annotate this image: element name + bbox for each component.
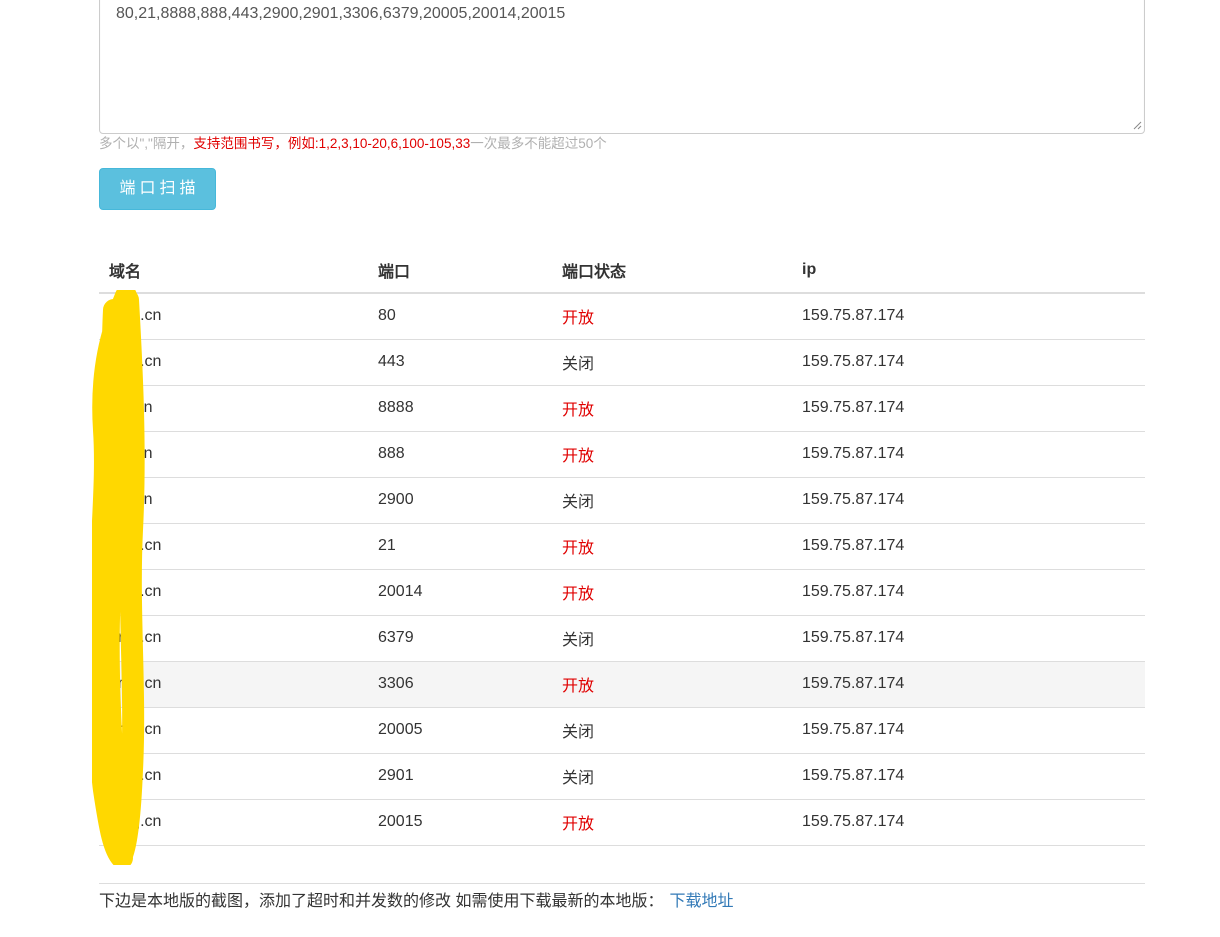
header-status: 端口状态	[552, 247, 792, 294]
cell-ip: 159.75.87.174	[792, 293, 1145, 340]
footer-note: 下边是本地版的截图，添加了超时和并发数的修改 如需使用下载最新的本地版： 下载地址	[99, 891, 733, 913]
table-row: drrkj.cn 21 开放 159.75.87.174	[99, 523, 1145, 570]
cell-ip: 159.75.87.174	[792, 385, 1145, 432]
cell-port: 443	[368, 339, 552, 386]
table-row: drrkj.cn 80 开放 159.75.87.174	[99, 293, 1145, 340]
ports-help-text: 多个以","隔开，支持范围书写，例如:1,2,3,10-20,6,100-105…	[99, 135, 607, 153]
cell-status: 关闭	[552, 753, 792, 800]
table-row: drrkj.cn 3306 开放 159.75.87.174	[99, 661, 1145, 708]
ports-textarea[interactable]: 80,21,8888,888,443,2900,2901,3306,6379,2…	[99, 0, 1145, 134]
cell-port: 2901	[368, 753, 552, 800]
cell-domain: drrkj.cn	[99, 523, 368, 570]
cell-ip: 159.75.87.174	[792, 523, 1145, 570]
table-row: drrkj.cn 20014 开放 159.75.87.174	[99, 569, 1145, 616]
cell-ip: 159.75.87.174	[792, 477, 1145, 524]
cell-status: 关闭	[552, 707, 792, 754]
cell-status: 开放	[552, 661, 792, 708]
cell-port: 20015	[368, 799, 552, 846]
table-row: drrkj.cn 2901 关闭 159.75.87.174	[99, 753, 1145, 800]
cell-domain: drrkj.cn	[99, 707, 368, 754]
port-scan-button[interactable]: 端口扫描	[99, 168, 216, 210]
cell-domain: rrkj.cn	[99, 431, 368, 478]
cell-ip: 159.75.87.174	[792, 753, 1145, 800]
header-domain: 域名	[99, 247, 368, 294]
cell-ip: 159.75.87.174	[792, 339, 1145, 386]
cell-port: 2900	[368, 477, 552, 524]
cell-port: 20005	[368, 707, 552, 754]
footer-text: 下边是本地版的截图，添加了超时和并发数的修改 如需使用下载最新的本地版：	[99, 893, 664, 910]
cell-domain: rrkj.cn	[99, 477, 368, 524]
table-row: rrkj.cn 8888 开放 159.75.87.174	[99, 385, 1145, 432]
cell-status: 关闭	[552, 477, 792, 524]
cell-domain: drrkj.cn	[99, 661, 368, 708]
cell-ip: 159.75.87.174	[792, 661, 1145, 708]
cell-status: 开放	[552, 431, 792, 478]
table-row: rrkj.cn 2900 关闭 159.75.87.174	[99, 477, 1145, 524]
scan-results-table: 域名 端口 端口状态 ip drrkj.cn 80 开放 159.75.87.174 d…	[99, 247, 1145, 846]
table-row: drrkj.cn 6379 关闭 159.75.87.174	[99, 615, 1145, 662]
cell-status: 开放	[552, 799, 792, 846]
download-link[interactable]: 下载地址	[669, 893, 733, 910]
cell-status: 开放	[552, 523, 792, 570]
cell-status: 关闭	[552, 339, 792, 386]
header-port: 端口	[368, 247, 552, 294]
table-row: rrkj.cn 888 开放 159.75.87.174	[99, 431, 1145, 478]
cell-status: 关闭	[552, 615, 792, 662]
cell-port: 3306	[368, 661, 552, 708]
cell-domain: drrkj.cn	[99, 615, 368, 662]
cell-port: 20014	[368, 569, 552, 616]
table-header-row: 域名 端口 端口状态 ip	[99, 247, 1145, 294]
table-row: drrkj.cn 443 关闭 159.75.87.174	[99, 339, 1145, 386]
cell-port: 21	[368, 523, 552, 570]
cell-domain: rrkj.cn	[99, 385, 368, 432]
cell-domain: drrkj.cn	[99, 569, 368, 616]
cell-port: 6379	[368, 615, 552, 662]
cell-port: 8888	[368, 385, 552, 432]
header-ip: ip	[792, 247, 1145, 294]
table-row: drrkj.cn 20015 开放 159.75.87.174	[99, 799, 1145, 846]
cell-domain: drrkj.cn	[99, 799, 368, 846]
help-text-muted-after: 一次最多不能超过50个	[470, 136, 607, 151]
help-text-muted-before: 多个以","隔开，	[99, 136, 194, 151]
cell-port: 80	[368, 293, 552, 340]
cell-status: 开放	[552, 569, 792, 616]
cell-domain: drrkj.cn	[99, 753, 368, 800]
cell-domain: drrkj.cn	[99, 339, 368, 386]
cell-domain: drrkj.cn	[99, 293, 368, 340]
table-row: drrkj.cn 20005 关闭 159.75.87.174	[99, 707, 1145, 754]
table-body: drrkj.cn 80 开放 159.75.87.174 drrkj.cn 443 关闭 15…	[99, 293, 1145, 846]
resize-grip-icon[interactable]	[1133, 121, 1142, 130]
cell-ip: 159.75.87.174	[792, 431, 1145, 478]
cell-status: 开放	[552, 293, 792, 340]
cell-ip: 159.75.87.174	[792, 569, 1145, 616]
cell-ip: 159.75.87.174	[792, 707, 1145, 754]
cell-ip: 159.75.87.174	[792, 799, 1145, 846]
cell-ip: 159.75.87.174	[792, 615, 1145, 662]
help-text-range-hint: 支持范围书写，例如:1,2,3,10-20,6,100-105,33	[193, 136, 471, 151]
cell-port: 888	[368, 431, 552, 478]
cell-status: 开放	[552, 385, 792, 432]
section-divider	[99, 883, 1145, 884]
